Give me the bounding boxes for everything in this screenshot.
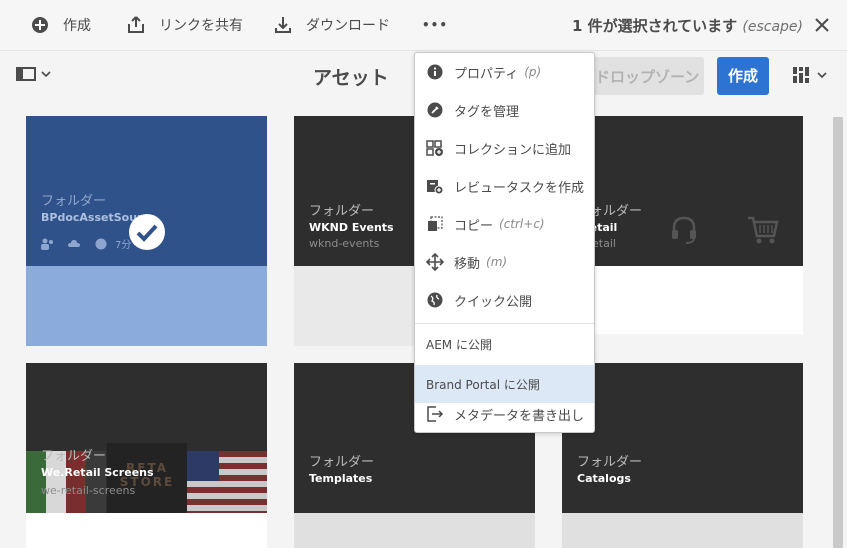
cart-icon xyxy=(748,216,779,244)
card-view-icon xyxy=(793,67,809,83)
menu-item-add-to-collection[interactable]: コレクションに追加 xyxy=(415,129,594,167)
card-title: Templates xyxy=(309,472,373,485)
card-title: WKND Events xyxy=(309,221,394,234)
card-kind: フォルダー xyxy=(309,455,375,470)
selection-count-text: 1 件が選択されています xyxy=(571,17,738,35)
menu-item-copy[interactable]: コピー (ctrl+c) xyxy=(415,205,594,243)
move-icon xyxy=(426,253,444,271)
menu-item-label: Brand Portal に公開 xyxy=(426,377,540,392)
menu-item-shortcut: (m) xyxy=(486,255,508,269)
more-actions-menu: プロパティ (p) タグを管理 コレクションに追加 レビュータスクを作成 コピー… xyxy=(414,52,595,433)
card-kind: フォルダー xyxy=(309,204,375,219)
card-footer xyxy=(562,513,803,548)
menu-item-properties[interactable]: プロパティ (p) xyxy=(415,53,594,91)
menu-item-label: プロパティ xyxy=(454,66,519,82)
copy-icon xyxy=(426,215,444,233)
card-title: We.Retail Screens xyxy=(41,466,154,479)
more-actions-button[interactable]: ••• xyxy=(422,14,448,36)
rail-toggle-button[interactable] xyxy=(16,66,52,82)
info-icon xyxy=(426,63,444,81)
task-add-icon xyxy=(426,177,444,195)
menu-item-publish-to-aem[interactable]: AEM に公開 xyxy=(415,325,594,363)
create-action[interactable]: 作成 xyxy=(31,14,91,36)
scrollbar-thumb[interactable] xyxy=(833,117,843,548)
tag-icon xyxy=(426,101,444,119)
chevron-down-icon xyxy=(817,72,827,79)
close-selection-button[interactable] xyxy=(813,15,831,35)
action-bar: 作成 リンクを共有 ダウンロード ••• 1 件が選択されています (escap… xyxy=(0,0,847,51)
card-title: Catalogs xyxy=(577,472,631,485)
download-action[interactable]: ダウンロード xyxy=(274,14,390,36)
card-thumbnail xyxy=(562,363,803,513)
card-footer xyxy=(26,513,267,548)
card-footer xyxy=(294,513,535,548)
card-slug: wknd-events xyxy=(309,237,380,250)
cloud-icon xyxy=(68,239,80,247)
menu-item-quick-publish[interactable]: クイック公開 xyxy=(415,281,594,319)
download-icon xyxy=(274,16,292,34)
card-slug: we-retail-screens xyxy=(41,484,136,497)
card-status-icons: 7分 xyxy=(41,236,131,251)
card-footer xyxy=(562,266,803,334)
download-label: ダウンロード xyxy=(306,18,390,34)
menu-item-label: コレクションに追加 xyxy=(454,142,572,158)
share-link-label: リンクを共有 xyxy=(159,18,243,34)
menu-item-label: AEM に公開 xyxy=(426,337,492,352)
collection-add-icon xyxy=(426,139,444,157)
escape-hint: (escape) xyxy=(742,19,803,35)
menu-item-move[interactable]: 移動 (m) xyxy=(415,243,594,281)
menu-item-shortcut: (ctrl+c) xyxy=(499,217,545,231)
people-icon xyxy=(41,238,53,250)
page-title: アセット xyxy=(313,67,389,89)
card-kind: フォルダー xyxy=(41,194,107,209)
globe-icon xyxy=(426,291,444,309)
dropzone-button[interactable]: ドロップゾーン xyxy=(583,57,704,95)
card-kind: フォルダー xyxy=(577,455,643,470)
flag-usa-image xyxy=(187,451,267,513)
menu-item-label: 移動 xyxy=(454,256,481,272)
menu-item-export-metadata[interactable]: メタデータを書き出し xyxy=(415,395,594,432)
menu-item-label: メタデータを書き出し xyxy=(454,408,585,424)
headset-icon xyxy=(672,216,696,244)
export-icon xyxy=(426,405,444,423)
chevron-down-icon xyxy=(41,71,51,78)
menu-item-label: レビュータスクを作成 xyxy=(454,180,585,196)
menu-item-create-review-task[interactable]: レビュータスクを作成 xyxy=(415,167,594,205)
menu-item-manage-tags[interactable]: タグを管理 xyxy=(415,91,594,129)
globe-icon xyxy=(95,238,107,249)
view-switcher-button[interactable] xyxy=(792,66,828,84)
menu-item-label: タグを管理 xyxy=(454,104,520,120)
menu-item-label: コピー xyxy=(454,218,494,234)
share-icon xyxy=(127,16,145,34)
selection-status: 1 件が選択されています (escape) xyxy=(572,15,803,36)
add-circle-icon xyxy=(31,16,49,34)
content-scrollbar[interactable] xyxy=(833,117,843,548)
menu-item-shortcut: (p) xyxy=(524,65,542,79)
card-kind: フォルダー xyxy=(41,449,107,464)
card-footer xyxy=(26,266,267,346)
menu-item-label: クイック公開 xyxy=(454,294,533,310)
more-icon: ••• xyxy=(422,18,449,32)
rail-icon xyxy=(16,67,36,81)
selected-check-icon xyxy=(128,213,166,255)
share-link-action[interactable]: リンクを共有 xyxy=(127,14,243,36)
close-icon xyxy=(815,18,829,32)
create-button[interactable]: 作成 xyxy=(717,57,769,95)
create-action-label: 作成 xyxy=(63,18,91,34)
menu-divider xyxy=(415,323,594,324)
